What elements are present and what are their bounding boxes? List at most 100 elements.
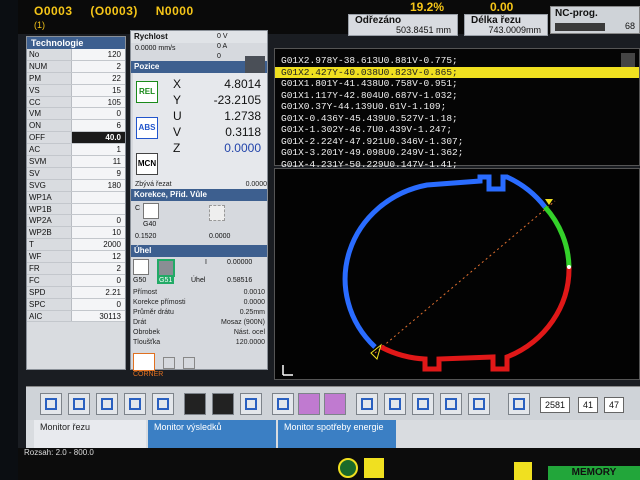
tech-value: 1 bbox=[71, 144, 125, 156]
tech-row[interactable]: WF 12 bbox=[27, 251, 125, 264]
g41-icon[interactable] bbox=[209, 205, 225, 221]
frame2-icon[interactable] bbox=[324, 393, 346, 415]
gcode-line[interactable]: G01X0.37Y-44.139U0.61V-1.109; bbox=[275, 101, 639, 113]
gcode-line[interactable]: G01X-2.224Y-47.921U0.346V-1.307; bbox=[275, 136, 639, 148]
gcode-line[interactable]: G01X-3.201Y-49.098U0.249V-1.362; bbox=[275, 147, 639, 159]
tech-row[interactable]: ON 6 bbox=[27, 120, 125, 133]
param-row: Průměr drátu 0.25mm bbox=[133, 309, 265, 319]
tab-monitor-vysledku[interactable]: Monitor výsledků bbox=[148, 420, 276, 448]
zoom-area-icon[interactable] bbox=[96, 393, 118, 415]
warning-icon[interactable] bbox=[364, 458, 384, 478]
axis-y-label: Y bbox=[173, 93, 182, 107]
pan-icon[interactable] bbox=[468, 393, 490, 415]
tech-row[interactable]: SPC 0 bbox=[27, 298, 125, 311]
rotate-icon[interactable] bbox=[124, 393, 146, 415]
expand-icon[interactable] bbox=[152, 393, 174, 415]
nc-prog-label: NC-prog. bbox=[555, 8, 598, 19]
odrezano-value: 503.8451 mm bbox=[395, 25, 451, 35]
g50-icon[interactable] bbox=[133, 259, 149, 275]
g40-icon[interactable] bbox=[143, 203, 159, 219]
path-graphic[interactable] bbox=[274, 168, 640, 380]
shrink-icon[interactable] bbox=[384, 393, 406, 415]
tech-row[interactable]: AIC 30113 bbox=[27, 310, 125, 323]
gcode-line[interactable]: G01X-0.436Y-45.439U0.527V-1.18; bbox=[275, 113, 639, 125]
frame-icon[interactable] bbox=[298, 393, 320, 415]
tech-value: 11 bbox=[71, 156, 125, 167]
g51-icon[interactable] bbox=[157, 259, 175, 277]
tech-value: 0 bbox=[71, 215, 125, 227]
tech-row[interactable]: SVG 180 bbox=[27, 179, 125, 192]
mcn-button[interactable]: MCN bbox=[136, 153, 158, 175]
tech-key: SPD bbox=[29, 287, 46, 297]
path-segment-blue bbox=[342, 174, 547, 349]
remaining-value: 0.0000 bbox=[245, 181, 267, 188]
tech-row[interactable]: WP2B 10 bbox=[27, 227, 125, 240]
param-value: Mosaz (900N) bbox=[221, 319, 265, 326]
tech-row[interactable]: FC 0 bbox=[27, 274, 125, 287]
corner-icon[interactable] bbox=[133, 353, 155, 371]
rel-button[interactable]: REL bbox=[136, 81, 158, 103]
param-label: Průměr drátu bbox=[133, 309, 174, 316]
corner-option-icon[interactable] bbox=[163, 357, 175, 369]
pause-icon[interactable] bbox=[212, 393, 234, 415]
tech-row[interactable]: CC 105 bbox=[27, 96, 125, 109]
tech-row[interactable]: T 2000 bbox=[27, 239, 125, 252]
xy-icon[interactable] bbox=[508, 393, 530, 415]
gcode-scroll-icon[interactable] bbox=[621, 53, 635, 67]
tech-row[interactable]: WP2A 0 bbox=[27, 215, 125, 228]
tech-row[interactable]: WP1A bbox=[27, 191, 125, 204]
fit-icon[interactable] bbox=[68, 393, 90, 415]
program-number: O0003 bbox=[34, 4, 73, 18]
tab-monitor-energie[interactable]: Monitor spotřeby energie bbox=[278, 420, 396, 448]
tech-key: WP2A bbox=[29, 216, 52, 226]
corner-option2-icon[interactable] bbox=[183, 357, 195, 369]
corner-label: CORNER bbox=[133, 371, 164, 378]
remaining-row: Zbývá řezat 0.0000 bbox=[135, 181, 267, 188]
tech-row[interactable]: SPD 2.21 bbox=[27, 286, 125, 299]
power-icon[interactable] bbox=[514, 462, 532, 480]
param-row: Obrobek Nást. ocel bbox=[133, 329, 265, 339]
edit-icon[interactable] bbox=[245, 56, 265, 74]
rate-readout: 0.00 bbox=[490, 0, 514, 14]
gcode-line[interactable]: G01X1.801Y-41.438U0.758V-0.951; bbox=[275, 78, 639, 90]
gcode-line-active[interactable]: G01X2.427Y-40.038U0.823V-0.865; bbox=[275, 66, 639, 78]
gcode-line[interactable]: G01X-1.302Y-46.7U0.439V-1.247; bbox=[275, 124, 639, 136]
tech-row[interactable]: No 120 bbox=[27, 49, 125, 61]
gcode-line[interactable]: G01X2.978Y-38.613U0.881V-0.775; bbox=[275, 55, 639, 67]
move-icon[interactable] bbox=[356, 393, 378, 415]
monitor-tabs: Monitor řezu Monitor výsledků Monitor sp… bbox=[26, 420, 640, 448]
tech-row[interactable]: AC 1 bbox=[27, 144, 125, 157]
tech-row[interactable]: VM 0 bbox=[27, 108, 125, 121]
tech-row[interactable]: NUM 2 bbox=[27, 60, 125, 73]
tech-key: WP1B bbox=[29, 204, 52, 214]
align-icon[interactable] bbox=[40, 393, 62, 415]
tech-row[interactable]: PM 22 bbox=[27, 72, 125, 85]
range-text: Rozsah: 2.0 - 800.0 bbox=[24, 448, 94, 457]
tech-key: WF bbox=[29, 252, 42, 262]
tech-value bbox=[71, 191, 125, 203]
tech-row[interactable]: OFF 40.0 bbox=[27, 132, 125, 145]
tech-row[interactable]: SVM 11 bbox=[27, 156, 125, 168]
tech-row[interactable]: VS 15 bbox=[27, 84, 125, 97]
tech-row[interactable]: FR 2 bbox=[27, 263, 125, 275]
diag-icon[interactable] bbox=[440, 393, 462, 415]
tech-value: 2 bbox=[71, 60, 125, 72]
tech-key: SVG bbox=[29, 180, 46, 190]
tech-row[interactable]: SV 9 bbox=[27, 167, 125, 180]
param-row: Drát Mosaz (900N) bbox=[133, 319, 265, 329]
path-canvas bbox=[282, 174, 572, 376]
tab-monitor-rezu[interactable]: Monitor řezu bbox=[34, 420, 146, 448]
xm-icon[interactable] bbox=[272, 393, 294, 415]
grow-icon[interactable] bbox=[412, 393, 434, 415]
stop-icon[interactable] bbox=[184, 393, 206, 415]
voltage-label: 0 V bbox=[217, 33, 228, 40]
abs-button[interactable]: ABS bbox=[136, 117, 158, 139]
gcode-line[interactable]: G01X1.117Y-42.804U0.687V-1.032; bbox=[275, 90, 639, 102]
screen-icon[interactable] bbox=[240, 393, 262, 415]
ground-icon[interactable] bbox=[338, 458, 358, 478]
tech-value bbox=[71, 203, 125, 215]
gcode-list[interactable]: G01X2.978Y-38.613U0.881V-0.775; G01X2.427… bbox=[274, 48, 640, 170]
tech-value: 40.0 bbox=[71, 132, 125, 144]
tech-row[interactable]: WP1B bbox=[27, 203, 125, 216]
tech-value: 10 bbox=[71, 227, 125, 239]
